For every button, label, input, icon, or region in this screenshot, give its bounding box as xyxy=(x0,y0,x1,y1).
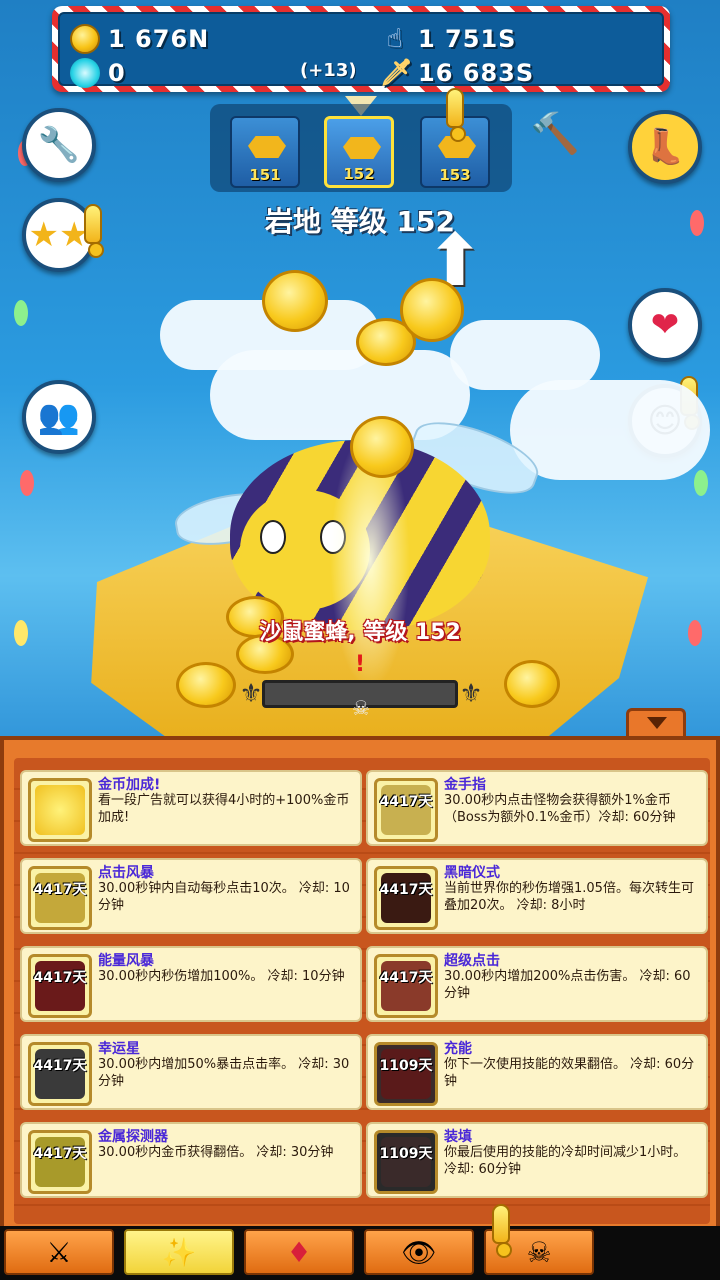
zone-selector: 151 152 153 xyxy=(210,88,512,192)
skill-desc: 30.00秒内点击怪物会获得额外1%金币（Boss为额外0.1%金币）冷却: 6… xyxy=(444,793,676,825)
golden-hand-icon: 4417天 xyxy=(374,778,438,842)
stats-bar: 1 676N 0 (+13) ☝ 1 751S 🗡 16 683S xyxy=(52,6,670,92)
rubies-button[interactable]: ❤ xyxy=(628,288,702,362)
clan-icon: 👥 xyxy=(37,397,81,437)
zone-number: 153 xyxy=(439,166,471,184)
skill-golden-clicks[interactable]: 4417天 金手指 30.00秒内点击怪物会获得额外1%金币（Boss为额外0.… xyxy=(366,770,708,846)
skill-gold-boost[interactable]: 金币加成! 看一段广告就可以获得4小时的+100%金币加成! xyxy=(20,770,362,846)
skill-powersurge[interactable]: 4417天 能量风暴 30.00秒内秒伤增加100%。 冷却: 10分钟 xyxy=(20,946,362,1022)
click-damage-amount: 1 751S xyxy=(418,25,517,53)
bottom-nav: ⚔ ✨ ♦ 👁 ☠ xyxy=(0,1204,720,1280)
skills-panel: 金币加成! 看一段广告就可以获得4小时的+100%金币加成! 4417天 金手指… xyxy=(0,736,720,1226)
skill-desc: 30.00秒内秒伤增加100%。 冷却: 10分钟 xyxy=(98,969,345,984)
zone-151-button[interactable]: 151 xyxy=(230,116,300,188)
shop-tab[interactable]: ♦ xyxy=(244,1229,354,1275)
souls-amount: 0 xyxy=(108,59,126,87)
skill-name: 装填 xyxy=(444,1129,472,1145)
heroes-tab[interactable]: ⚔ xyxy=(4,1229,114,1275)
sword-icon: 🗡 xyxy=(380,58,415,88)
skill-clickstorm[interactable]: 4417天 点击风暴 30.00秒钟内自动每秒点击10次。 冷却: 10分钟 xyxy=(20,858,362,934)
skill-desc: 你最后使用的技能的冷却时间减少1小时。 冷却: 60分钟 xyxy=(444,1145,687,1177)
skill-desc: 30.00秒钟内自动每秒点击10次。 冷却: 10分钟 xyxy=(98,881,350,913)
clan-button[interactable]: 👥 xyxy=(22,380,96,454)
raid-alert-icon xyxy=(492,1204,512,1258)
skill-desc: 30.00秒内增加50%暴击点击率。 冷却: 30分钟 xyxy=(98,1057,350,1089)
zone-number: 152 xyxy=(343,165,375,183)
skill-desc: 30.00秒内增加200%点击伤害。 冷却: 60分钟 xyxy=(444,969,691,1001)
gold-coin-icon xyxy=(70,24,100,54)
cloud xyxy=(510,380,710,480)
skill-name: 金币加成! xyxy=(98,777,161,793)
ancients-eye-icon: 👁 xyxy=(401,1235,437,1269)
hammer-icon[interactable]: 🔨 xyxy=(520,110,590,166)
crossed-swords-icon: ⚔ xyxy=(46,1235,72,1269)
skill-name: 金手指 xyxy=(444,777,486,793)
ancients-tab[interactable]: 👁 xyxy=(364,1229,474,1275)
skill-name: 点击风暴 xyxy=(98,865,154,881)
stars-icon: ★★ xyxy=(28,215,90,255)
skill-desc: 你下一次使用技能的效果翻倍。 冷却: 60分钟 xyxy=(444,1057,695,1089)
skill-reload[interactable]: 1109天 装填 你最后使用的技能的冷却时间减少1小时。 冷却: 60分钟 xyxy=(366,1122,708,1198)
souls-stat: 0 xyxy=(70,58,126,88)
skill-super-clicks[interactable]: 4417天 超级点击 30.00秒内增加200%点击伤害。 冷却: 60分钟 xyxy=(366,946,708,1022)
gold-stat: 1 676N xyxy=(70,24,209,54)
zone-152-button[interactable]: 152 xyxy=(324,116,394,188)
skill-name: 金属探测器 xyxy=(98,1129,168,1145)
energize-icon: 1109天 xyxy=(374,1042,438,1106)
dps-stat: 🗡 16 683S xyxy=(380,58,534,88)
lucky-strikes-icon: 4417天 xyxy=(28,1042,92,1106)
monster-eye xyxy=(260,520,286,554)
skill-desc: 30.00秒内金币获得翻倍。 冷却: 30分钟 xyxy=(98,1145,334,1160)
skill-name: 幸运星 xyxy=(98,1041,140,1057)
click-damage-stat: ☝ 1 751S xyxy=(380,24,516,54)
gold-amount: 1 676N xyxy=(108,25,210,53)
boot-icon: 👢 xyxy=(643,127,687,167)
clickstorm-icon: 4417天 xyxy=(28,866,92,930)
skill-dark-ritual[interactable]: 4417天 黑暗仪式 当前世界你的秒伤增强1.05倍。每次转生可叠加20次。 冷… xyxy=(366,858,708,934)
relics-button[interactable]: 👢 xyxy=(628,110,702,184)
skull-icon: ☠ xyxy=(352,696,370,720)
pointer-hand-icon: ☝ xyxy=(386,24,404,54)
options-button[interactable]: 🔧 xyxy=(22,108,96,182)
pig-icon xyxy=(28,778,92,842)
dark-ritual-icon: 4417天 xyxy=(374,866,438,930)
zone-title: 岩地 等级 152 xyxy=(265,205,455,238)
collapse-panel-button[interactable] xyxy=(626,708,686,738)
dps-amount: 16 683S xyxy=(418,59,535,87)
skill-name: 能量风暴 xyxy=(98,953,154,969)
souls-gain: (+13) xyxy=(300,60,357,81)
zone-tile-icon xyxy=(248,136,286,158)
skill-name: 超级点击 xyxy=(444,953,500,969)
skill-lucky-strikes[interactable]: 4417天 幸运星 30.00秒内增加50%暴击点击率。 冷却: 30分钟 xyxy=(20,1034,362,1110)
skill-name: 充能 xyxy=(444,1041,472,1057)
monster-name: 沙鼠蜜蜂, 等级 152 xyxy=(259,620,461,645)
new-zone-alert-icon xyxy=(446,88,466,142)
skill-desc: 看一段广告就可以获得4小时的+100%金币加成! xyxy=(98,793,350,825)
boss-alert-icon: ! xyxy=(355,652,366,677)
hp-bar-right-ornament: ⚜ xyxy=(459,679,483,709)
powersurge-icon: 4417天 xyxy=(28,954,92,1018)
achievement-alert-icon xyxy=(84,204,104,258)
skill-energize[interactable]: 1109天 充能 你下一次使用技能的效果翻倍。 冷却: 60分钟 xyxy=(366,1034,708,1110)
wrench-icon: 🔧 xyxy=(37,125,81,165)
metal-detector-icon: 4417天 xyxy=(28,1130,92,1194)
hero-soul-icon xyxy=(70,58,100,88)
rubies-icon: ❤ xyxy=(650,305,680,345)
zone-number: 151 xyxy=(249,166,281,184)
reload-icon: 1109天 xyxy=(374,1130,438,1194)
skill-metal-detector[interactable]: 4417天 金属探测器 30.00秒内金币获得翻倍。 冷却: 30分钟 xyxy=(20,1122,362,1198)
magic-wand-icon: ✨ xyxy=(161,1235,197,1269)
skills-tab[interactable]: ✨ xyxy=(124,1229,234,1275)
super-clicks-icon: 4417天 xyxy=(374,954,438,1018)
skill-name: 黑暗仪式 xyxy=(444,865,500,881)
skill-desc: 当前世界你的秒伤增强1.05倍。每次转生可叠加20次。 冷却: 8小时 xyxy=(444,881,694,913)
zone-tile-icon xyxy=(343,137,381,159)
ruby-icon: ♦ xyxy=(286,1235,312,1269)
skull-icon: ☠ xyxy=(526,1235,552,1269)
